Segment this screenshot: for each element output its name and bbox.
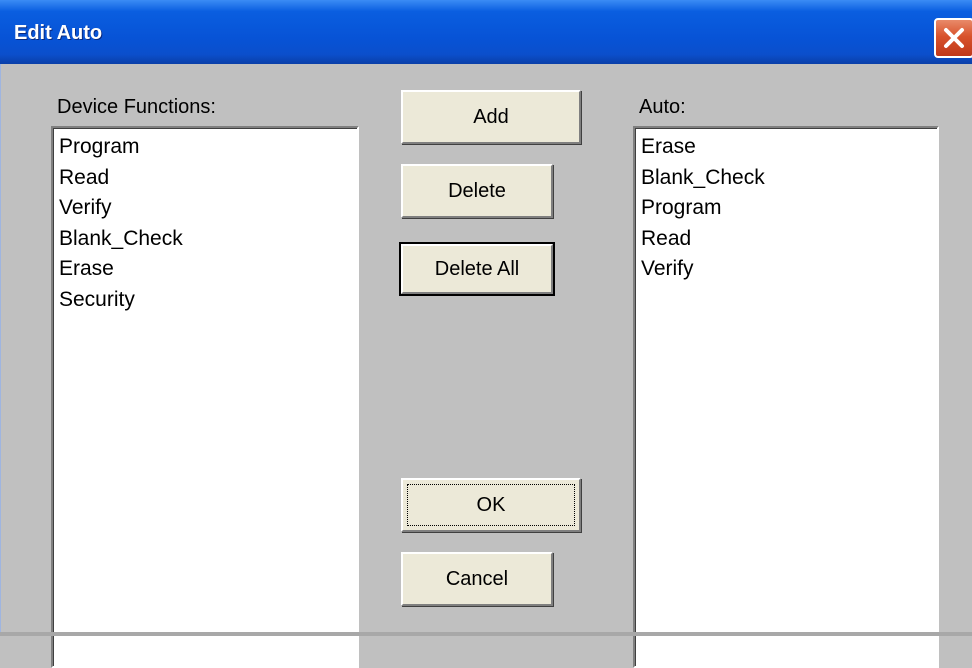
list-item[interactable]: Program xyxy=(59,132,351,163)
list-item[interactable]: Blank_Check xyxy=(59,224,351,255)
auto-label: Auto: xyxy=(639,96,686,118)
ok-button[interactable]: OK xyxy=(401,478,581,532)
dialog-body: Device Functions: Program Read Verify Bl… xyxy=(0,64,972,668)
list-item[interactable]: Blank_Check xyxy=(641,163,931,194)
cancel-button[interactable]: Cancel xyxy=(401,552,553,606)
device-functions-list[interactable]: Program Read Verify Blank_Check Erase Se… xyxy=(51,126,359,668)
delete-button[interactable]: Delete xyxy=(401,164,553,218)
list-item[interactable]: Security xyxy=(59,285,351,316)
window-title: Edit Auto xyxy=(14,22,103,44)
auto-list[interactable]: Erase Blank_Check Program Read Verify xyxy=(633,126,939,668)
title-bar[interactable]: Edit Auto xyxy=(0,0,972,64)
list-item[interactable]: Erase xyxy=(641,132,931,163)
edit-auto-dialog: Edit Auto Device Functions: Program Read… xyxy=(0,0,972,668)
close-button[interactable] xyxy=(934,18,972,58)
delete-all-button[interactable]: Delete All xyxy=(399,242,555,296)
list-item[interactable]: Read xyxy=(59,163,351,194)
add-button[interactable]: Add xyxy=(401,90,581,144)
list-item[interactable]: Erase xyxy=(59,254,351,285)
list-item[interactable]: Program xyxy=(641,193,931,224)
list-item[interactable]: Verify xyxy=(59,193,351,224)
list-item[interactable]: Verify xyxy=(641,254,931,285)
window-bottom-edge xyxy=(0,632,972,636)
device-functions-label: Device Functions: xyxy=(57,96,216,118)
list-item[interactable]: Read xyxy=(641,224,931,255)
